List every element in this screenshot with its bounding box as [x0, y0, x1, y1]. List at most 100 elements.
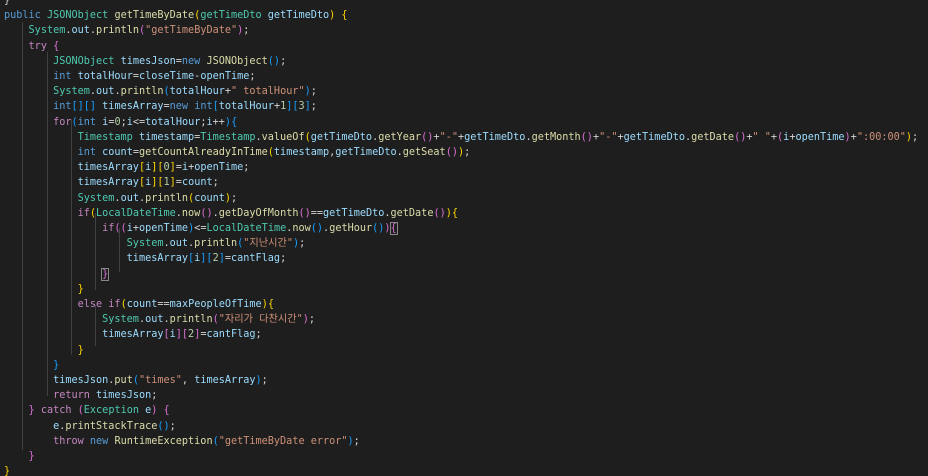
code-line[interactable]: } [4, 358, 59, 373]
code-token: Exception [83, 405, 139, 417]
code-token: out [145, 314, 164, 326]
code-token: System [28, 25, 66, 37]
code-line[interactable]: System.out.println(count); [4, 191, 238, 206]
code-line[interactable]: System.out.println("지난시간"); [4, 236, 306, 251]
code-line[interactable]: timesArray[i][1]=count; [4, 175, 219, 190]
code-token: ; [299, 238, 306, 250]
code-token: totalHour [145, 116, 201, 128]
code-token: } [4, 0, 11, 6]
code-line[interactable]: System.out.println("getTimeByDate"); [4, 23, 250, 38]
code-line[interactable]: for(int i=0;i<=totalHour;i++){ [4, 115, 237, 130]
code-token: ; [310, 101, 317, 113]
code-token: <= [132, 116, 146, 128]
code-token: { [163, 405, 170, 417]
code-line[interactable]: System.out.println("자리가 다찬시간"); [4, 312, 315, 327]
code-line[interactable]: if((i+openTime)<=LocalDateTime.now().get… [4, 221, 398, 236]
code-token: timestamp [138, 131, 195, 143]
code-token: out [71, 25, 90, 37]
code-token: } [28, 451, 35, 462]
code-token: "getTimeByDate error" [218, 435, 348, 447]
code-token: timestamp [273, 147, 330, 158]
code-token: [][] [71, 101, 97, 113]
code-token: "times" [138, 375, 182, 386]
code-line[interactable]: } [4, 0, 10, 8]
code-token: { [389, 222, 398, 235]
code-token: openTime [138, 223, 189, 234]
code-token: getHour [329, 223, 373, 234]
code-token: println [145, 192, 189, 204]
code-line[interactable]: int[][] timesArray=new int[totalHour+1][… [4, 99, 317, 114]
code-token: put [114, 375, 133, 386]
code-token: getTimeDto [200, 10, 262, 22]
code-line[interactable]: JSONObject timesJson=new JSONObject(); [4, 54, 286, 69]
code-line[interactable]: } catch (Exception e) { [4, 403, 170, 418]
code-line[interactable]: throw new RuntimeException("getTimeByDat… [4, 434, 360, 449]
code-line[interactable]: timesJson.put("times", timesArray); [4, 373, 268, 388]
code-line[interactable]: else if(count==maxPeopleOfTime){ [4, 297, 274, 312]
code-token: if [77, 207, 90, 219]
code-line[interactable]: Timestamp timestamp=Timestamp.valueOf(ge… [4, 130, 919, 145]
code-line[interactable]: timesArray[i][2]=cantFlag; [4, 327, 262, 342]
code-token: int [77, 147, 97, 158]
code-token: <= [194, 223, 207, 234]
code-token: openTime [795, 131, 845, 143]
code-line[interactable]: public JSONObject getTimeByDate(getTimeD… [4, 8, 348, 23]
code-token: () [372, 223, 385, 234]
code-line[interactable]: System.out.println(totalHour+" totalHour… [4, 84, 317, 99]
code-token: getMonth [531, 131, 581, 143]
code-token: closeTime [138, 71, 195, 82]
code-token: getTimeDto [335, 147, 397, 158]
code-line[interactable]: } [4, 282, 84, 297]
code-token: timesArray [102, 329, 164, 341]
code-token: () [734, 131, 747, 143]
code-token: getDate [390, 207, 434, 219]
code-line[interactable]: } [4, 267, 110, 282]
code-line[interactable]: int totalHour=closeTime-openTime; [4, 69, 256, 84]
code-token: (( [114, 223, 127, 234]
code-token: == [310, 207, 324, 219]
code-token: " " [752, 131, 771, 143]
code-line[interactable]: try { [4, 39, 60, 54]
code-token: { [267, 299, 274, 310]
code-line[interactable]: timesArray[i][2]=cantFlag; [4, 251, 287, 266]
code-line[interactable]: } [4, 343, 84, 358]
code-token: ++ [212, 116, 225, 128]
code-token: ; [249, 71, 256, 82]
code-token: ][ [200, 253, 213, 265]
code-line[interactable]: e.printStackTrace(); [4, 419, 176, 434]
code-token: "-" [599, 131, 618, 143]
code-token: timesJson [53, 375, 109, 386]
code-token: valueOf [261, 131, 305, 143]
code-token: System [53, 86, 90, 98]
code-token: System [77, 192, 115, 204]
code-line[interactable]: } [4, 464, 10, 476]
code-token: println [96, 25, 139, 37]
code-line[interactable]: int count=getCountAlreadyInTime(timestam… [4, 145, 471, 160]
code-token: Timestamp [77, 131, 133, 143]
code-token: out [96, 86, 115, 98]
code-token: try [28, 40, 47, 52]
code-line[interactable]: if(LocalDateTime.now().getDayOfMonth()==… [4, 206, 458, 221]
code-line[interactable]: timesArray[i][0]=i+openTime; [4, 160, 250, 175]
code-token: } [77, 344, 84, 356]
code-token: ; [231, 192, 238, 204]
code-token: return [53, 390, 90, 402]
code-line[interactable]: return timesJson; [4, 388, 157, 403]
code-token: ; [261, 375, 268, 386]
code-token: throw [53, 435, 84, 447]
code-token: getTimeDto [323, 207, 385, 219]
code-editor[interactable]: } public JSONObject getTimeByDate(getTime… [0, 0, 928, 476]
code-token: System [126, 238, 164, 250]
code-line[interactable]: } [4, 449, 35, 464]
